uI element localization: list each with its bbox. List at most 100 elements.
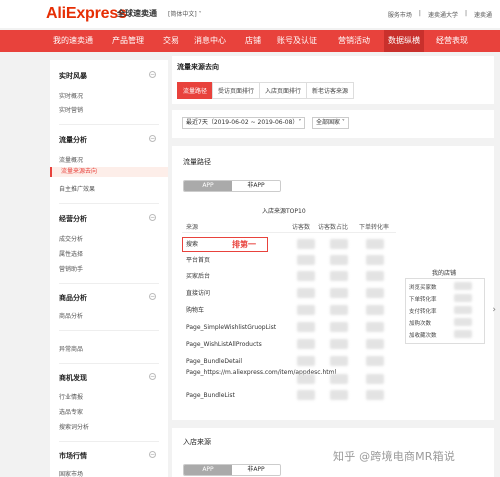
collapse-icon[interactable]: − bbox=[149, 214, 156, 221]
nav-performance[interactable]: 经营表现 bbox=[436, 30, 468, 52]
sidebar-title-opportunities: 商机发现 bbox=[59, 374, 87, 382]
tab-visited-pages[interactable]: 受访页面排行 bbox=[212, 82, 261, 99]
my-store-panel: 浏览买家数 下单转化率 支付转化率 加购次数 加收藏次数 bbox=[405, 278, 485, 344]
divider bbox=[182, 232, 396, 233]
country-select[interactable]: 全部国家 ˅ bbox=[312, 117, 349, 129]
toggle-app[interactable]: APP bbox=[184, 465, 232, 475]
blurred-value bbox=[366, 322, 384, 332]
tab-visitor-source[interactable]: 新老访客来源 bbox=[306, 82, 355, 99]
collapse-icon[interactable]: − bbox=[149, 373, 156, 380]
nav-store[interactable]: 店铺 bbox=[245, 30, 261, 52]
toggle-app[interactable]: APP bbox=[184, 181, 232, 191]
blurred-value bbox=[330, 374, 348, 384]
table-row-source: Page_BundleList bbox=[186, 392, 235, 399]
tab-entry-pages[interactable]: 入店页面排行 bbox=[259, 82, 308, 99]
nav-my-aliexpress[interactable]: 我的速卖通 bbox=[53, 30, 93, 52]
blurred-value bbox=[454, 306, 472, 314]
blurred-value bbox=[330, 305, 348, 315]
blurred-value bbox=[297, 356, 315, 366]
aliexpress-logo[interactable]: AliExpress bbox=[46, 5, 127, 23]
blurred-value bbox=[330, 390, 348, 400]
sidebar-item-marketing-helper[interactable]: 营销助手 bbox=[59, 264, 83, 273]
collapse-icon[interactable]: − bbox=[149, 293, 156, 300]
nav-marketing[interactable]: 营销活动 bbox=[338, 30, 370, 52]
blurred-value bbox=[454, 318, 472, 326]
sidebar-item-realtime-overview[interactable]: 实时概况 bbox=[59, 91, 83, 100]
store-metric-label: 加收藏次数 bbox=[409, 333, 437, 339]
top-link-service-market[interactable]: 服务市场 bbox=[388, 10, 412, 19]
divider bbox=[59, 363, 159, 364]
sidebar-item-promotion-effect[interactable]: 自主推广效果 bbox=[59, 184, 95, 193]
blurred-value bbox=[297, 374, 315, 384]
sidebar-item-search-terms[interactable]: 搜索词分析 bbox=[59, 422, 89, 431]
blurred-value bbox=[330, 255, 348, 265]
tab-traffic-path[interactable]: 流量路径 bbox=[177, 82, 214, 99]
sidebar-item-abnormal-products[interactable]: 异常商品 bbox=[59, 344, 83, 353]
blurred-value bbox=[330, 271, 348, 281]
nav-products[interactable]: 产品管理 bbox=[112, 30, 144, 52]
blurred-value bbox=[297, 339, 315, 349]
sidebar-title-products: 商品分析 bbox=[59, 294, 87, 302]
store-metric-label: 下单转化率 bbox=[409, 297, 437, 303]
nav-data-analytics[interactable]: 数据纵横 bbox=[384, 30, 424, 52]
column-header-visitor-share: 访客数占比 bbox=[318, 224, 349, 231]
sidebar-item-product-expert[interactable]: 选品专家 bbox=[59, 407, 83, 416]
divider bbox=[59, 124, 159, 125]
divider bbox=[59, 441, 159, 442]
table-caption: 入店来源TOP10 bbox=[262, 208, 306, 215]
sidebar-title-realtime: 实时风暴 bbox=[59, 72, 87, 80]
nav-messages[interactable]: 消息中心 bbox=[194, 30, 226, 52]
table-row-source: Page_https://m.aliexpress.com/item/appde… bbox=[186, 369, 337, 376]
blurred-value bbox=[330, 356, 348, 366]
top-link-university[interactable]: 速卖通大学 bbox=[428, 10, 458, 19]
collapse-icon[interactable]: − bbox=[149, 451, 156, 458]
blurred-value bbox=[330, 288, 348, 298]
tab-bar: 流量路径 受访页面排行 入店页面排行 新老访客来源 bbox=[177, 82, 355, 99]
blurred-value bbox=[297, 255, 315, 265]
sidebar-item-attributes[interactable]: 属性选择 bbox=[59, 249, 83, 258]
blurred-value bbox=[297, 271, 315, 281]
page-header-card: 流量来源去向 流量路径 受访页面排行 入店页面排行 新老访客来源 bbox=[172, 56, 494, 104]
blurred-value bbox=[297, 288, 315, 298]
toggle-non-app[interactable]: 非APP bbox=[232, 465, 280, 475]
top-links: 服务市场 | 速卖通大学 | 速卖通 bbox=[388, 10, 492, 19]
sidebar-item-transactions[interactable]: 成交分析 bbox=[59, 234, 83, 243]
sidebar-item-industry[interactable]: 行业情报 bbox=[59, 392, 83, 401]
collapse-icon[interactable]: − bbox=[149, 71, 156, 78]
sidebar-item-traffic-overview[interactable]: 流量概况 bbox=[59, 155, 83, 164]
page-title: 流量来源去向 bbox=[177, 63, 219, 71]
blurred-value bbox=[330, 339, 348, 349]
sidebar-item-country-market[interactable]: 国家市场 bbox=[59, 469, 83, 477]
entry-platform-toggle: APP 非APP bbox=[183, 464, 281, 476]
language-select[interactable]: [简体中文] ˅ bbox=[168, 9, 202, 18]
chevron-right-icon[interactable]: › bbox=[492, 305, 496, 315]
date-range-select[interactable]: 最近7天（2019-06-02 ~ 2019-06-08）˅ bbox=[182, 117, 306, 129]
nav-orders[interactable]: 交易 bbox=[163, 30, 179, 52]
table-row-source: 直接访问 bbox=[186, 290, 211, 297]
divider bbox=[59, 203, 159, 204]
collapse-icon[interactable]: − bbox=[149, 135, 156, 142]
table-row-source: 买家后台 bbox=[186, 273, 211, 280]
blurred-value bbox=[454, 330, 472, 338]
logo-subtitle: 全球速卖通 bbox=[117, 9, 157, 18]
sidebar: 实时风暴 − 实时概况 实时营销 流量分析 − 流量概况 流量来源去向 自主推广… bbox=[50, 60, 168, 477]
blurred-value bbox=[366, 239, 384, 249]
sidebar-item-traffic-source[interactable]: 流量来源去向 bbox=[50, 167, 168, 177]
blurred-value bbox=[366, 305, 384, 315]
blurred-value bbox=[330, 239, 348, 249]
rank-annotation: 排第一 bbox=[232, 240, 256, 249]
store-metric-label: 支付转化率 bbox=[409, 309, 437, 315]
store-metric-label: 加购次数 bbox=[409, 321, 432, 327]
toggle-non-app[interactable]: 非APP bbox=[232, 181, 280, 191]
table-row-source: 平台首页 bbox=[186, 257, 211, 264]
top-bar: AliExpress 全球速卖通 [简体中文] ˅ 服务市场 | 速卖通大学 |… bbox=[0, 0, 500, 28]
blurred-value bbox=[366, 339, 384, 349]
column-header-conversion: 下单转化率 bbox=[359, 224, 390, 231]
top-link-aliexpress[interactable]: 速卖通 bbox=[474, 10, 492, 19]
sidebar-item-realtime-marketing[interactable]: 实时营销 bbox=[59, 105, 83, 114]
blurred-value bbox=[366, 271, 384, 281]
table-row-source: Page_WishListAllProducts bbox=[186, 341, 262, 348]
nav-account[interactable]: 账号及认证 bbox=[277, 30, 317, 52]
sidebar-item-product-analysis[interactable]: 商品分析 bbox=[59, 311, 83, 320]
blurred-value bbox=[366, 255, 384, 265]
